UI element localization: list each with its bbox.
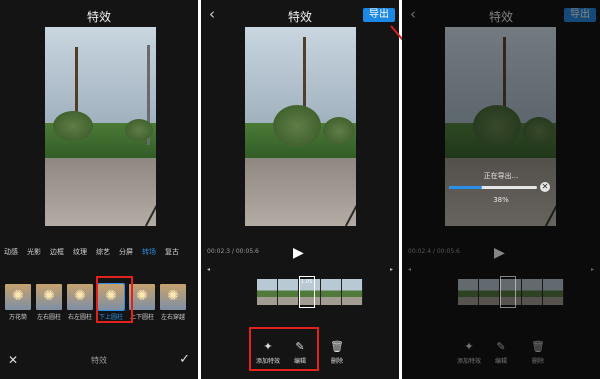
tab-texture[interactable]: 纹理 bbox=[73, 247, 87, 257]
tab-dynamic[interactable]: 动感 bbox=[4, 247, 18, 257]
tab-split-screen[interactable]: 分屏 bbox=[119, 247, 133, 257]
edit-icon: ✎ bbox=[496, 340, 506, 353]
effect-category-tabs: 动感 光影 边框 纹理 综艺 分屏 转场 复古 bbox=[4, 247, 198, 257]
effect-thumb[interactable] bbox=[67, 284, 93, 310]
play-icon[interactable]: ▶ bbox=[494, 245, 505, 261]
bottom-bar: ✕ 特效 ✓ bbox=[0, 349, 198, 379]
effect-label: 左右圆柱 bbox=[36, 314, 61, 321]
export-progress-fill bbox=[449, 186, 483, 189]
bottom-label: 特效 bbox=[91, 356, 107, 365]
timecode: 00:02.4 / 00:05.6 bbox=[408, 248, 460, 255]
tool-label: 删除 bbox=[330, 358, 343, 365]
play-icon[interactable]: ▶ bbox=[293, 245, 304, 261]
export-status: 正在导出... bbox=[483, 172, 519, 180]
effect-label: 右左圆柱 bbox=[67, 314, 92, 321]
delete-icon: 🗑 bbox=[330, 340, 344, 353]
tools-highlight bbox=[249, 327, 319, 371]
segment-label: 1.0S bbox=[301, 279, 313, 285]
add-effect-button[interactable]: ✦ 添加特效 bbox=[457, 340, 481, 365]
add-effect-icon: ✦ bbox=[464, 340, 474, 353]
video-preview bbox=[45, 27, 156, 226]
effect-label: 万花筒 bbox=[8, 314, 27, 321]
edit-button[interactable]: ✎ 编辑 bbox=[495, 340, 507, 365]
tool-label: 添加特效 bbox=[457, 358, 482, 365]
check-icon[interactable]: ✓ bbox=[179, 352, 190, 367]
effect-thumb[interactable] bbox=[5, 284, 31, 310]
effect-thumb[interactable] bbox=[36, 284, 62, 310]
tool-label: 编辑 bbox=[495, 358, 508, 365]
tab-light[interactable]: 光影 bbox=[27, 247, 41, 257]
delete-icon: 🗑 bbox=[531, 340, 545, 353]
export-button[interactable]: 导出 bbox=[363, 8, 395, 22]
tab-border[interactable]: 边框 bbox=[50, 247, 64, 257]
tab-variety[interactable]: 综艺 bbox=[96, 247, 110, 257]
delete-button[interactable]: 🗑 删除 bbox=[330, 340, 344, 365]
effect-label: 左右穿越 bbox=[160, 314, 185, 321]
effects-picker-screen: 特效 动感 光影 边框 纹理 综艺 分屏 转场 复古 万花筒 左右圆柱 右左圆柱… bbox=[0, 0, 198, 379]
effect-segment-handle[interactable]: 1.0S bbox=[299, 276, 315, 308]
export-button[interactable]: 导出 bbox=[564, 8, 596, 22]
timecode: 00:02.3 / 00:05.6 bbox=[207, 248, 259, 255]
effect-thumb[interactable] bbox=[160, 284, 186, 310]
cancel-export-icon[interactable]: ✕ bbox=[540, 182, 550, 192]
tool-label: 删除 bbox=[531, 358, 544, 365]
page-title: 特效 bbox=[86, 10, 111, 24]
video-preview bbox=[245, 27, 356, 226]
tab-retro[interactable]: 复古 bbox=[165, 247, 179, 257]
effects-edit-screen: ‹ 特效 导出 00:02.3 / 00:05.6 ▶ ◂ ▸ 1.0S ✦ 添… bbox=[201, 0, 399, 379]
exporting-screen: ‹ 特效 导出 00:02.4 / 00:05.6 ▶ ◂ ▸ ✦ 添加特效 ✎… bbox=[402, 0, 600, 379]
timeline-ruler: ◂ ▸ bbox=[207, 266, 393, 273]
effect-segment-handle[interactable] bbox=[500, 276, 516, 308]
timeline-ruler: ◂ ▸ bbox=[408, 266, 594, 273]
export-percent: 38% bbox=[493, 196, 509, 204]
selection-highlight bbox=[96, 276, 133, 323]
export-progress-bar bbox=[449, 186, 537, 189]
tab-transition[interactable]: 转场 bbox=[142, 247, 156, 257]
delete-button[interactable]: 🗑 删除 bbox=[531, 340, 545, 365]
